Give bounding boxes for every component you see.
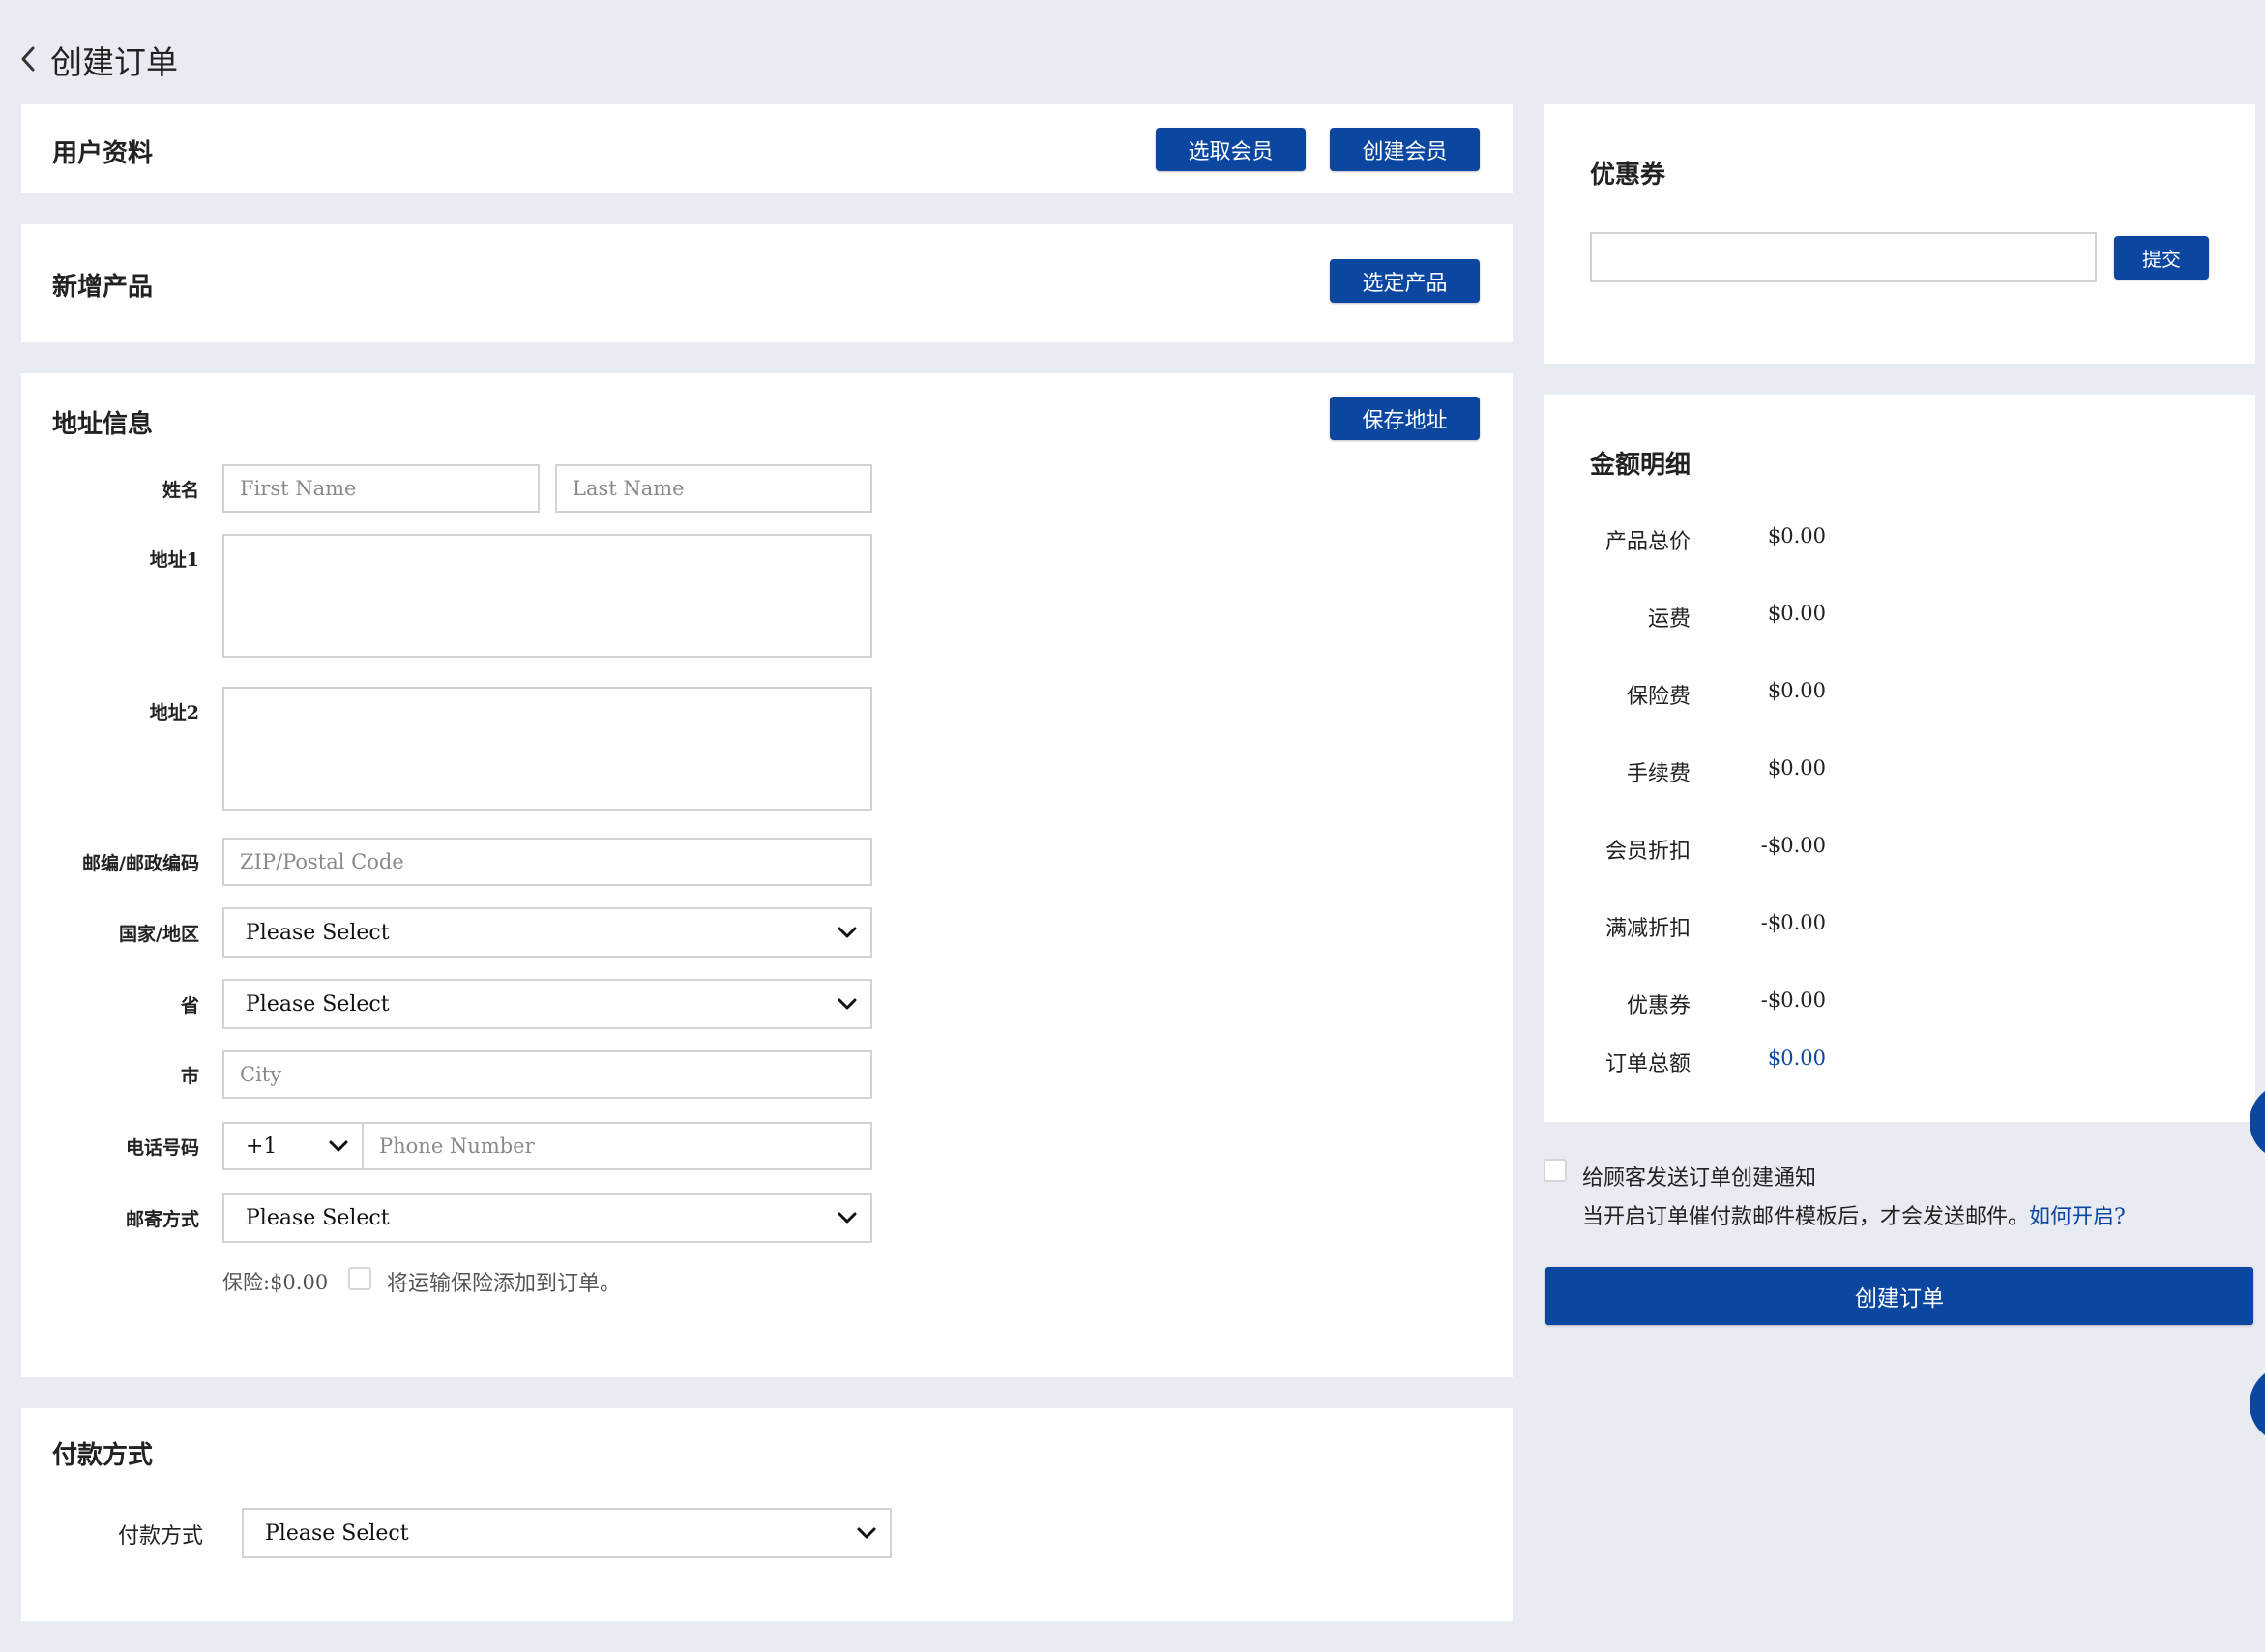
summary-label-product-total: 产品总价 xyxy=(1604,530,1691,554)
first-name-input[interactable] xyxy=(222,464,540,513)
phone-label: 电话号码 xyxy=(125,1137,199,1159)
create-order-button[interactable]: 创建订单 xyxy=(1545,1267,2253,1325)
address1-label: 地址1 xyxy=(149,549,199,571)
coupon-input[interactable] xyxy=(1590,232,2097,282)
province-select-value: Please Select xyxy=(246,991,390,1017)
zip-label: 邮编/邮政编码 xyxy=(82,853,199,874)
payment-title: 付款方式 xyxy=(52,1441,154,1470)
amount-summary-card: 金额明细 产品总价 $0.00 运费 $0.00 保险费 $0.00 手续费 $… xyxy=(1544,395,2255,1122)
page-title: 创建订单 xyxy=(50,44,178,81)
chevron-down-icon xyxy=(855,1521,878,1545)
coupon-title: 优惠券 xyxy=(1590,161,1666,190)
chevron-down-icon xyxy=(327,1135,350,1158)
add-product-title: 新增产品 xyxy=(52,273,154,302)
how-to-enable-link[interactable]: 如何开启? xyxy=(2029,1205,2126,1229)
summary-title: 金额明细 xyxy=(1590,451,1691,480)
shipping-select-value: Please Select xyxy=(246,1205,390,1230)
country-label: 国家/地区 xyxy=(119,924,199,945)
address2-input[interactable] xyxy=(222,687,872,811)
user-profile-title: 用户资料 xyxy=(52,139,154,168)
notify-hint: 当开启订单催付款邮件模板后，才会发送邮件。如何开启? xyxy=(1582,1199,2126,1230)
last-name-input[interactable] xyxy=(555,464,872,513)
payment-label: 付款方式 xyxy=(118,1524,204,1549)
shipping-label: 邮寄方式 xyxy=(125,1209,199,1230)
coupon-card: 优惠券 提交 xyxy=(1544,104,2255,364)
coupon-submit-button[interactable]: 提交 xyxy=(2114,236,2209,280)
payment-select[interactable]: Please Select xyxy=(242,1508,892,1558)
phone-number-input[interactable] xyxy=(362,1122,872,1170)
country-select-value: Please Select xyxy=(246,920,390,945)
floating-side-button[interactable] xyxy=(2250,1366,2265,1443)
notify-customer-checkbox[interactable] xyxy=(1544,1159,1567,1182)
summary-value-spend-discount: -$0.00 xyxy=(1760,911,1826,934)
save-address-button[interactable]: 保存地址 xyxy=(1330,397,1480,440)
zip-input[interactable] xyxy=(222,838,872,886)
summary-value-product-total: $0.00 xyxy=(1767,524,1826,547)
insurance-checkbox-label: 将运输保险添加到订单。 xyxy=(387,1272,622,1296)
province-select[interactable]: Please Select xyxy=(222,979,872,1029)
chevron-down-icon xyxy=(836,1206,859,1229)
summary-label-shipping: 运费 xyxy=(1647,607,1691,632)
name-label: 姓名 xyxy=(162,480,199,501)
summary-value-insurance: $0.00 xyxy=(1767,679,1826,702)
phone-code-select[interactable]: +1 xyxy=(222,1122,364,1170)
create-member-button[interactable]: 创建会员 xyxy=(1330,128,1480,171)
province-label: 省 xyxy=(180,995,199,1017)
summary-value-shipping: $0.00 xyxy=(1767,602,1826,625)
summary-label-member-discount: 会员折扣 xyxy=(1604,840,1691,864)
summary-label-coupon: 优惠券 xyxy=(1626,994,1691,1018)
summary-value-order-total: $0.00 xyxy=(1767,1047,1826,1070)
city-input[interactable] xyxy=(222,1050,872,1099)
chevron-down-icon xyxy=(836,921,859,944)
back-icon[interactable] xyxy=(17,44,39,74)
insurance-checkbox[interactable] xyxy=(348,1267,371,1290)
summary-label-insurance: 保险费 xyxy=(1626,685,1691,709)
address1-input[interactable] xyxy=(222,534,872,658)
summary-label-spend-discount: 满减折扣 xyxy=(1604,917,1691,941)
summary-value-fee: $0.00 xyxy=(1767,756,1826,780)
city-label: 市 xyxy=(180,1066,199,1087)
chevron-down-icon xyxy=(836,992,859,1016)
select-member-button[interactable]: 选取会员 xyxy=(1156,128,1306,171)
select-product-button[interactable]: 选定产品 xyxy=(1330,259,1480,303)
address-title: 地址信息 xyxy=(52,410,154,439)
address-card: 地址信息 保存地址 姓名 地址1 地址2 邮编/邮政编码 国家/地区 Pleas… xyxy=(21,373,1513,1377)
shipping-select[interactable]: Please Select xyxy=(222,1193,872,1243)
summary-value-member-discount: -$0.00 xyxy=(1760,834,1826,857)
user-profile-card: 用户资料 选取会员 创建会员 xyxy=(21,104,1513,193)
address2-label: 地址2 xyxy=(149,702,199,723)
summary-label-fee: 手续费 xyxy=(1626,762,1691,786)
country-select[interactable]: Please Select xyxy=(222,907,872,958)
insurance-amount: 保险:$0.00 xyxy=(222,1271,329,1294)
notify-customer-label: 给顾客发送订单创建通知 xyxy=(1582,1166,1817,1191)
notify-hint-text: 当开启订单催付款邮件模板后，才会发送邮件。 xyxy=(1582,1205,2030,1229)
payment-card: 付款方式 付款方式 Please Select xyxy=(21,1408,1513,1621)
summary-value-coupon: -$0.00 xyxy=(1760,988,1826,1012)
payment-select-value: Please Select xyxy=(265,1520,409,1546)
add-product-card: 新增产品 选定产品 xyxy=(21,224,1513,342)
summary-label-order-total: 订单总额 xyxy=(1604,1052,1691,1077)
phone-code-value: +1 xyxy=(246,1134,278,1159)
